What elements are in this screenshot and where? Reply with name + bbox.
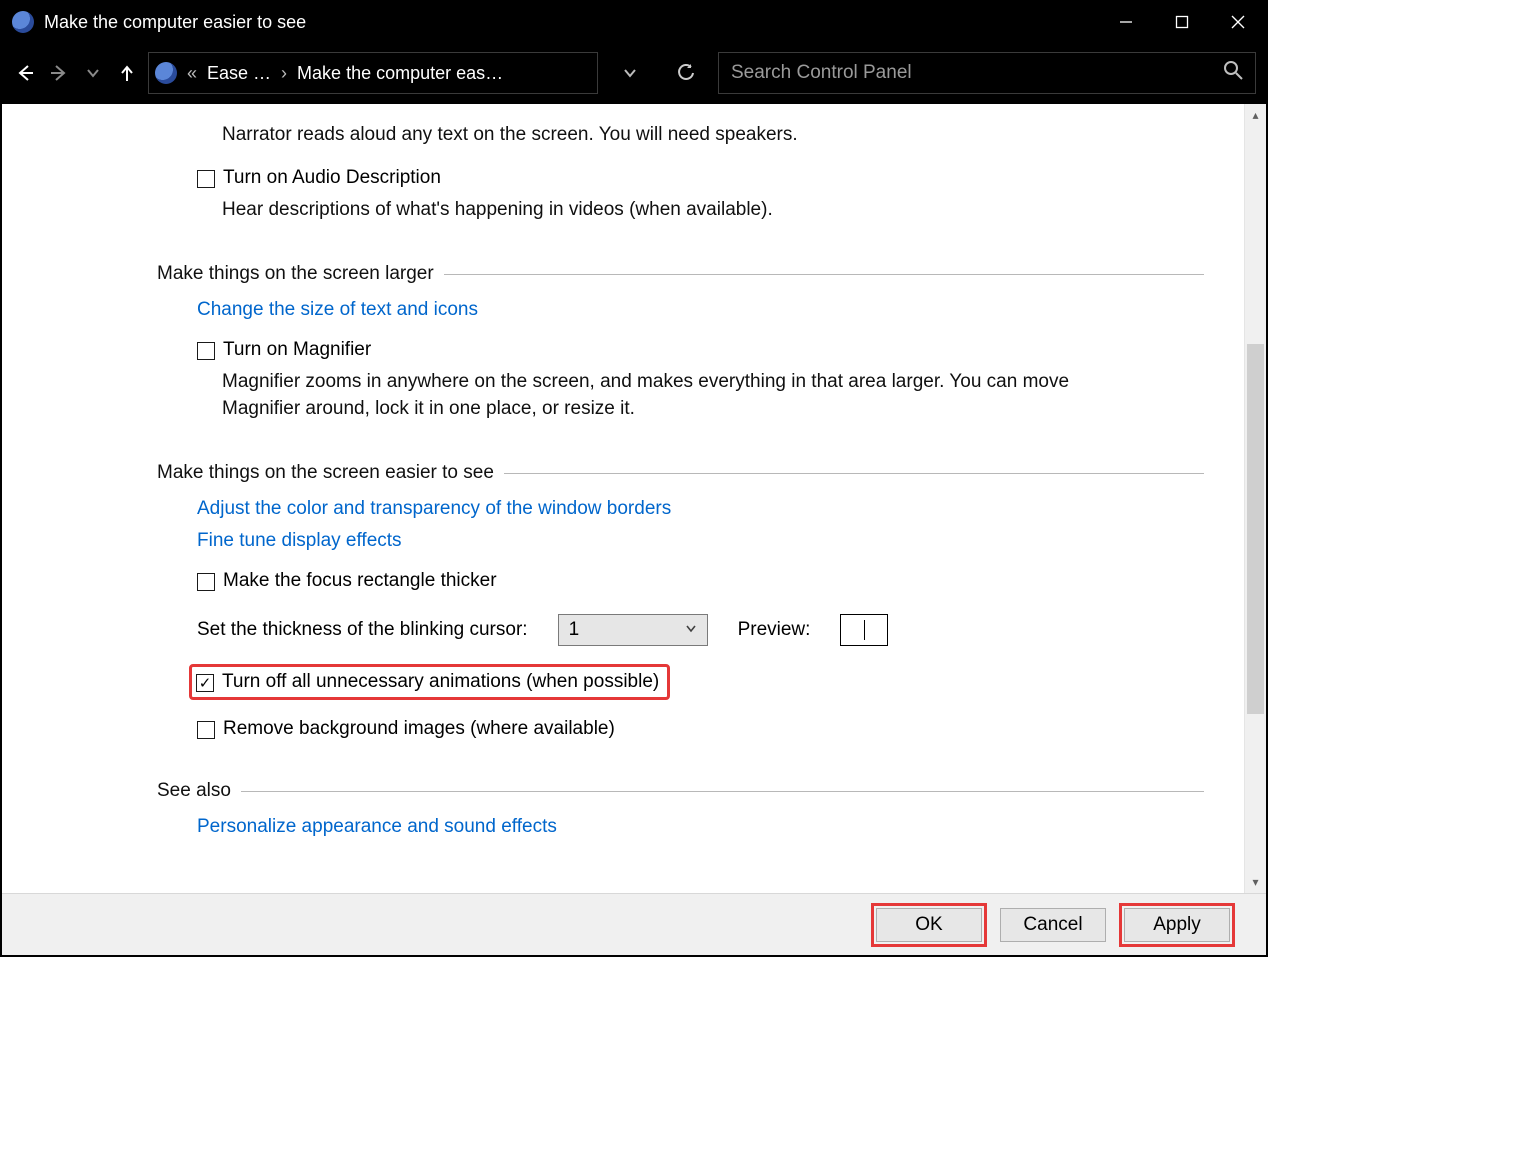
turn-off-animations-label: Turn off all unnecessary animations (whe… — [222, 671, 659, 693]
window-title: Make the computer easier to see — [44, 12, 306, 33]
focus-rectangle-label: Make the focus rectangle thicker — [223, 570, 497, 592]
remove-background-checkbox[interactable] — [197, 721, 215, 739]
preview-label: Preview: — [738, 619, 811, 641]
section-easier-title: Make things on the screen easier to see — [157, 462, 494, 484]
maximize-button[interactable] — [1154, 2, 1210, 42]
scroll-down-arrow[interactable]: ▾ — [1245, 871, 1266, 893]
magnifier-label: Turn on Magnifier — [223, 339, 371, 361]
titlebar: Make the computer easier to see — [2, 2, 1266, 42]
chevron-right-icon: › — [281, 63, 287, 84]
app-icon — [12, 11, 34, 33]
divider — [444, 274, 1204, 275]
address-bar[interactable]: « Ease … › Make the computer eas… — [148, 52, 598, 94]
recent-dropdown[interactable] — [80, 60, 106, 86]
divider — [504, 473, 1204, 474]
content-area: Narrator reads aloud any text on the scr… — [2, 104, 1244, 893]
audio-description-checkbox[interactable] — [197, 170, 215, 188]
close-button[interactable] — [1210, 2, 1266, 42]
apply-button[interactable]: Apply — [1124, 908, 1230, 942]
remove-background-label: Remove background images (where availabl… — [223, 718, 615, 740]
up-button[interactable] — [114, 60, 140, 86]
breadcrumb-seg2[interactable]: Make the computer eas… — [297, 63, 503, 84]
cursor-thickness-label: Set the thickness of the blinking cursor… — [197, 619, 528, 641]
cursor-preview — [840, 614, 888, 646]
address-dropdown[interactable] — [606, 52, 654, 94]
navbar: « Ease … › Make the computer eas… Search… — [2, 42, 1266, 104]
address-icon — [155, 62, 177, 84]
fine-tune-link[interactable]: Fine tune display effects — [197, 530, 1204, 552]
minimize-button[interactable] — [1098, 2, 1154, 42]
forward-button[interactable] — [46, 60, 72, 86]
vertical-scrollbar[interactable]: ▴ ▾ — [1244, 104, 1266, 893]
section-seealso-title: See also — [157, 780, 231, 802]
cursor-thickness-select[interactable]: 1 — [558, 614, 708, 646]
cancel-button[interactable]: Cancel — [1000, 908, 1106, 942]
magnifier-desc: Magnifier zooms in anywhere on the scree… — [222, 369, 1102, 422]
audio-description-desc: Hear descriptions of what's happening in… — [222, 197, 1102, 224]
divider — [241, 791, 1204, 792]
narrator-description: Narrator reads aloud any text on the scr… — [222, 122, 1102, 149]
turn-off-animations-checkbox[interactable] — [196, 674, 214, 692]
change-size-link[interactable]: Change the size of text and icons — [197, 299, 1204, 321]
scroll-thumb[interactable] — [1247, 344, 1264, 714]
highlight-box: Turn off all unnecessary animations (whe… — [189, 664, 670, 700]
breadcrumb-seg1[interactable]: Ease … — [207, 63, 271, 84]
search-placeholder: Search Control Panel — [731, 62, 912, 84]
audio-description-label: Turn on Audio Description — [223, 167, 441, 189]
search-input[interactable]: Search Control Panel — [718, 52, 1256, 94]
refresh-button[interactable] — [662, 52, 710, 94]
focus-rectangle-checkbox[interactable] — [197, 573, 215, 591]
back-button[interactable] — [12, 60, 38, 86]
search-icon — [1223, 60, 1243, 86]
adjust-color-link[interactable]: Adjust the color and transparency of the… — [197, 498, 1204, 520]
scroll-up-arrow[interactable]: ▴ — [1245, 104, 1266, 126]
personalize-link[interactable]: Personalize appearance and sound effects — [197, 816, 1204, 838]
cursor-thickness-value: 1 — [569, 619, 580, 641]
ok-button[interactable]: OK — [876, 908, 982, 942]
chevron-left-icon: « — [187, 63, 197, 84]
button-bar: OK Cancel Apply — [2, 893, 1266, 955]
chevron-down-icon — [685, 619, 697, 641]
magnifier-checkbox[interactable] — [197, 342, 215, 360]
section-larger-title: Make things on the screen larger — [157, 263, 434, 285]
